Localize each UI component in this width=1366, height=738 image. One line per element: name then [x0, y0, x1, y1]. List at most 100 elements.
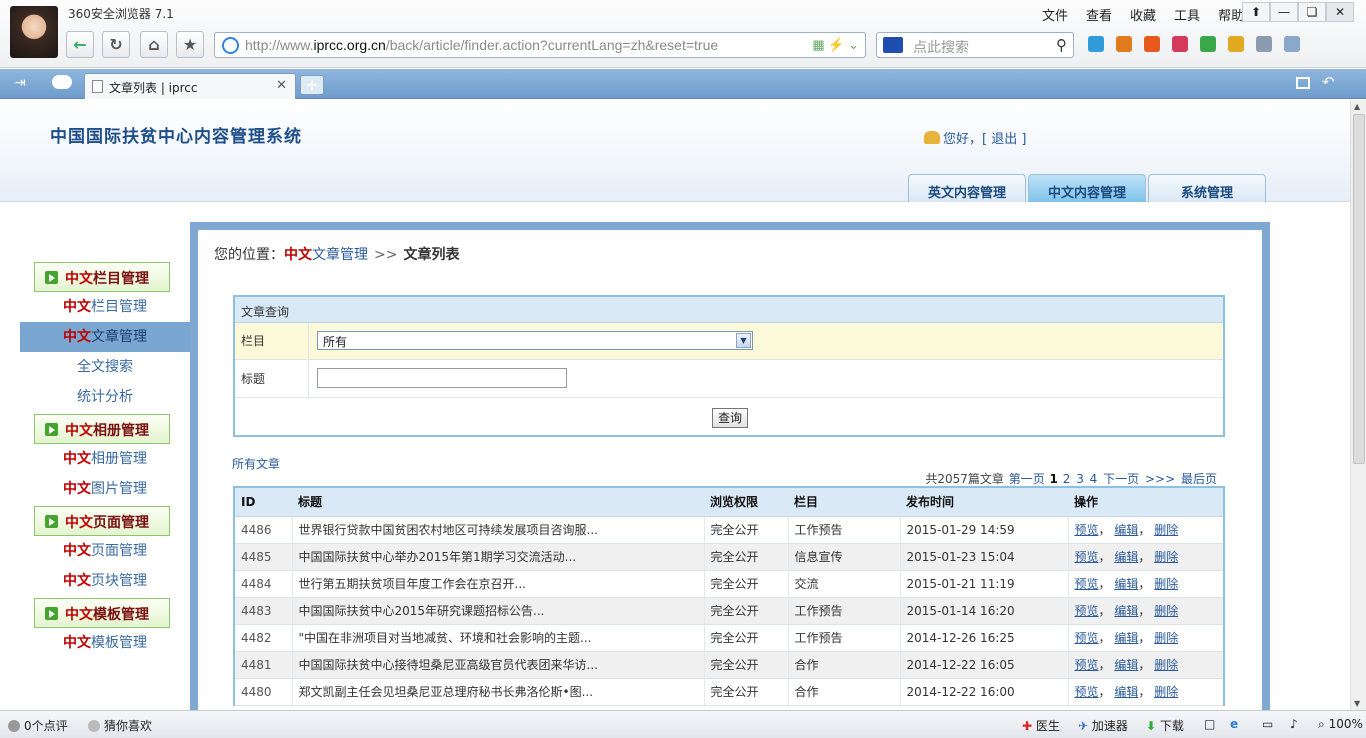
sidebar-item-block-mgmt[interactable]: 中文页块管理: [20, 566, 190, 596]
logout-link[interactable]: [ 退出 ]: [982, 132, 1026, 147]
cloud-icon[interactable]: [52, 75, 72, 89]
sidebar-group-page[interactable]: 中文页面管理: [34, 506, 170, 536]
col-id: ID: [234, 487, 292, 517]
title-input[interactable]: [317, 368, 567, 388]
page-2-link[interactable]: 2: [1063, 472, 1071, 486]
new-tab-button[interactable]: +: [300, 75, 324, 95]
tab-article-list[interactable]: 文章列表 | iprcc ✕: [84, 73, 296, 99]
accelerator-button[interactable]: ✈ 加速器: [1078, 717, 1128, 734]
back-icon[interactable]: ←: [66, 31, 94, 58]
edit-link[interactable]: 编辑: [1114, 577, 1138, 591]
column-select[interactable]: 所有 ▼: [317, 331, 753, 350]
sidebar-group-album[interactable]: 中文相册管理: [34, 414, 170, 444]
favorite-star-icon[interactable]: ★: [176, 31, 204, 58]
zoom-control[interactable]: ⌕ 100%: [1318, 717, 1363, 732]
window-icon[interactable]: ▭: [1262, 717, 1273, 731]
close-window-icon[interactable]: ✕: [1326, 2, 1354, 22]
last-page-link[interactable]: 最后页: [1181, 472, 1217, 486]
sidebar-group-column[interactable]: 中文栏目管理: [34, 262, 170, 292]
menu-favorites[interactable]: 收藏: [1130, 9, 1156, 24]
recommend-status[interactable]: 猜你喜欢: [88, 717, 152, 734]
mail-icon[interactable]: [1172, 36, 1188, 52]
magnifier-icon[interactable]: [1284, 36, 1300, 52]
sidebar-item-statistics[interactable]: 统计分析: [20, 382, 190, 412]
delete-link[interactable]: 删除: [1154, 550, 1178, 564]
tab-english-content[interactable]: 英文内容管理: [908, 174, 1026, 202]
maximize-icon[interactable]: ❏: [1298, 2, 1326, 22]
scroll-down-icon[interactable]: ▼: [1354, 699, 1360, 708]
sidebar-item-article-mgmt[interactable]: 中文文章管理: [20, 322, 190, 352]
menu-file[interactable]: 文件: [1042, 9, 1068, 24]
breadcrumb-link[interactable]: 文章管理: [312, 247, 368, 263]
comments-status[interactable]: 0个点评: [8, 717, 68, 734]
delete-link[interactable]: 删除: [1154, 577, 1178, 591]
sidebar-item-page-mgmt[interactable]: 中文页面管理: [20, 536, 190, 566]
all-articles-label[interactable]: 所有文章: [232, 455, 280, 472]
doctor-button[interactable]: ✚ 医生: [1022, 717, 1060, 734]
flight-icon[interactable]: [1144, 36, 1160, 52]
qr-lightning-icons[interactable]: ▦ ⚡ ⌄: [812, 37, 859, 53]
preview-link[interactable]: 预览: [1075, 685, 1099, 699]
volume-icon[interactable]: ♪: [1290, 717, 1298, 731]
search-box[interactable]: 点此搜索 ⚲: [876, 32, 1074, 58]
undo-close-icon[interactable]: ↶: [1322, 73, 1335, 91]
edit-link[interactable]: 编辑: [1114, 523, 1138, 537]
edit-link[interactable]: 编辑: [1114, 685, 1138, 699]
refresh-icon[interactable]: ↻: [102, 31, 130, 58]
delete-link[interactable]: 删除: [1154, 685, 1178, 699]
address-bar[interactable]: http://www. iprcc.org.cn/back/article/fin…: [214, 32, 866, 58]
screenshot-icon[interactable]: [1228, 36, 1244, 52]
preview-link[interactable]: 预览: [1075, 631, 1099, 645]
jump-pages-link[interactable]: >>>: [1145, 472, 1175, 486]
sidebar-toggle-icon[interactable]: ⇥: [14, 75, 26, 91]
edit-link[interactable]: 编辑: [1114, 604, 1138, 618]
edit-link[interactable]: 编辑: [1114, 550, 1138, 564]
delete-link[interactable]: 删除: [1154, 658, 1178, 672]
first-page-link[interactable]: 第一页: [1009, 472, 1045, 486]
page-3-link[interactable]: 3: [1076, 472, 1084, 486]
menu-view[interactable]: 查看: [1086, 9, 1112, 24]
pin-icon[interactable]: ⬆: [1242, 2, 1270, 22]
shield-icon[interactable]: [1200, 36, 1216, 52]
home-icon[interactable]: ⌂: [140, 31, 168, 58]
apps-icon[interactable]: [1088, 36, 1104, 52]
preview-link[interactable]: 预览: [1075, 523, 1099, 537]
menu-help[interactable]: 帮助: [1218, 9, 1244, 24]
search-icon[interactable]: ⚲: [1056, 36, 1067, 54]
query-button[interactable]: 查询: [712, 408, 748, 428]
calendar-icon[interactable]: [1116, 36, 1132, 52]
delete-link[interactable]: 删除: [1154, 523, 1178, 537]
preview-link[interactable]: 预览: [1075, 604, 1099, 618]
scroll-up-icon[interactable]: ▲: [1354, 102, 1360, 111]
menu-tools[interactable]: 工具: [1174, 9, 1200, 24]
preview-link[interactable]: 预览: [1075, 550, 1099, 564]
minimize-icon[interactable]: —: [1270, 2, 1298, 22]
page-4-link[interactable]: 4: [1090, 472, 1098, 486]
search-engine-icon[interactable]: [883, 37, 903, 53]
sidebar-item-image-mgmt[interactable]: 中文图片管理: [20, 474, 190, 504]
next-page-link[interactable]: 下一页: [1103, 472, 1139, 486]
tab-chinese-content[interactable]: 中文内容管理: [1028, 174, 1146, 202]
sidebar-item-template-mgmt[interactable]: 中文模板管理: [20, 628, 190, 658]
browser-engine-icon[interactable]: e: [1230, 717, 1238, 731]
sidebar-group-template[interactable]: 中文模板管理: [34, 598, 170, 628]
user-avatar[interactable]: [10, 6, 58, 58]
close-tab-icon[interactable]: ✕: [276, 78, 287, 93]
sidebar-item-column-mgmt[interactable]: 中文栏目管理: [20, 292, 190, 322]
delete-link[interactable]: 删除: [1154, 631, 1178, 645]
tab-system-management[interactable]: 系统管理: [1148, 174, 1266, 202]
delete-link[interactable]: 删除: [1154, 604, 1178, 618]
sidebar-item-fulltext-search[interactable]: 全文搜索: [20, 352, 190, 382]
chevron-down-icon[interactable]: ▼: [736, 333, 751, 348]
ie-mode-icon[interactable]: □: [1204, 717, 1215, 731]
preview-link[interactable]: 预览: [1075, 658, 1099, 672]
game-icon[interactable]: [1256, 36, 1272, 52]
download-button[interactable]: ⬇ 下载: [1146, 717, 1184, 734]
page-scrollbar[interactable]: ▲ ▼: [1350, 100, 1366, 710]
preview-link[interactable]: 预览: [1075, 577, 1099, 591]
edit-link[interactable]: 编辑: [1114, 658, 1138, 672]
edit-link[interactable]: 编辑: [1114, 631, 1138, 645]
sidebar-item-album-mgmt[interactable]: 中文相册管理: [20, 444, 190, 474]
tile-icon[interactable]: [1296, 77, 1310, 89]
scroll-thumb[interactable]: [1353, 114, 1365, 464]
